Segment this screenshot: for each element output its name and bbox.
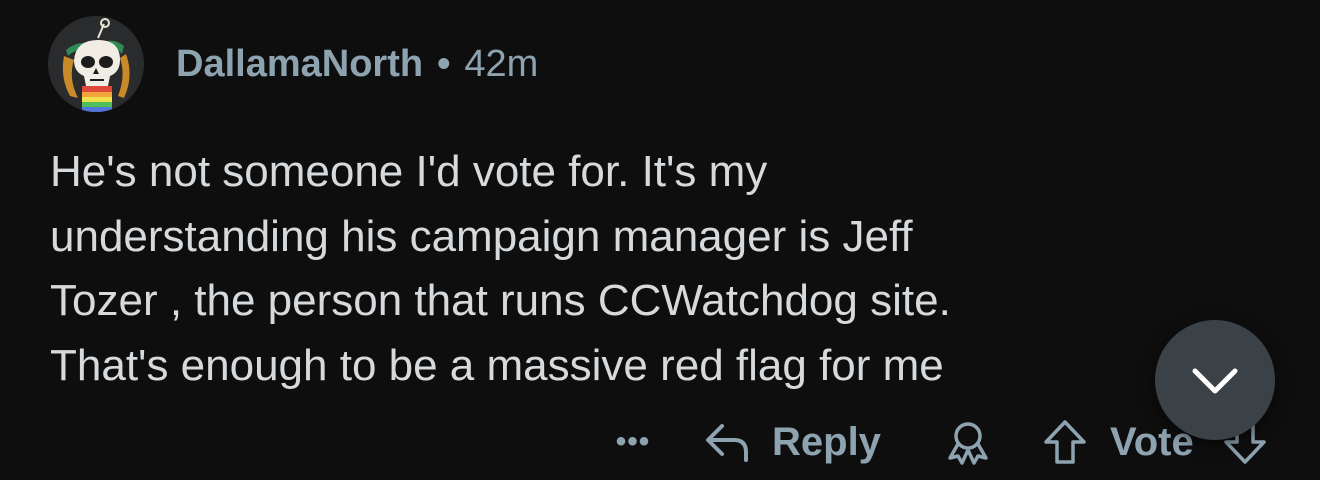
reply-label: Reply [772, 419, 881, 464]
comment-body-line: Tozer , the person that runs CCWatchdog … [50, 276, 951, 325]
author-username[interactable]: DallamaNorth [176, 43, 423, 86]
comment-body-line: That's enough to be a massive red flag f… [50, 340, 944, 390]
avatar[interactable] [48, 16, 144, 112]
comment-body-line: understanding his campaign manager is Je… [50, 211, 913, 261]
meta-separator: • [437, 42, 451, 85]
award-icon [948, 422, 988, 465]
comment-body: He's not someone I'd vote for. It's my u… [50, 140, 1250, 400]
reply-arrow-icon [706, 424, 748, 462]
more-options-icon: ••• [615, 425, 651, 458]
comment: DallamaNorth • 42m He's not someone I'd … [0, 0, 1320, 480]
comment-body-line: He's not someone I'd vote for. It's my [50, 147, 768, 196]
more-options-button[interactable]: ••• [610, 410, 656, 474]
comment-age: 42m [464, 42, 539, 85]
skull-snoo-avatar-icon [48, 16, 144, 112]
comment-meta: DallamaNorth • 42m [176, 40, 538, 88]
chevron-down-icon [1192, 368, 1238, 394]
collapse-button[interactable] [1155, 320, 1275, 440]
reply-button[interactable]: Reply [704, 410, 881, 474]
upvote-arrow-icon [1044, 420, 1086, 464]
upvote-button[interactable] [1042, 410, 1088, 474]
comment-actions: ••• Reply Vote [0, 410, 1320, 474]
award-button[interactable] [944, 410, 992, 474]
